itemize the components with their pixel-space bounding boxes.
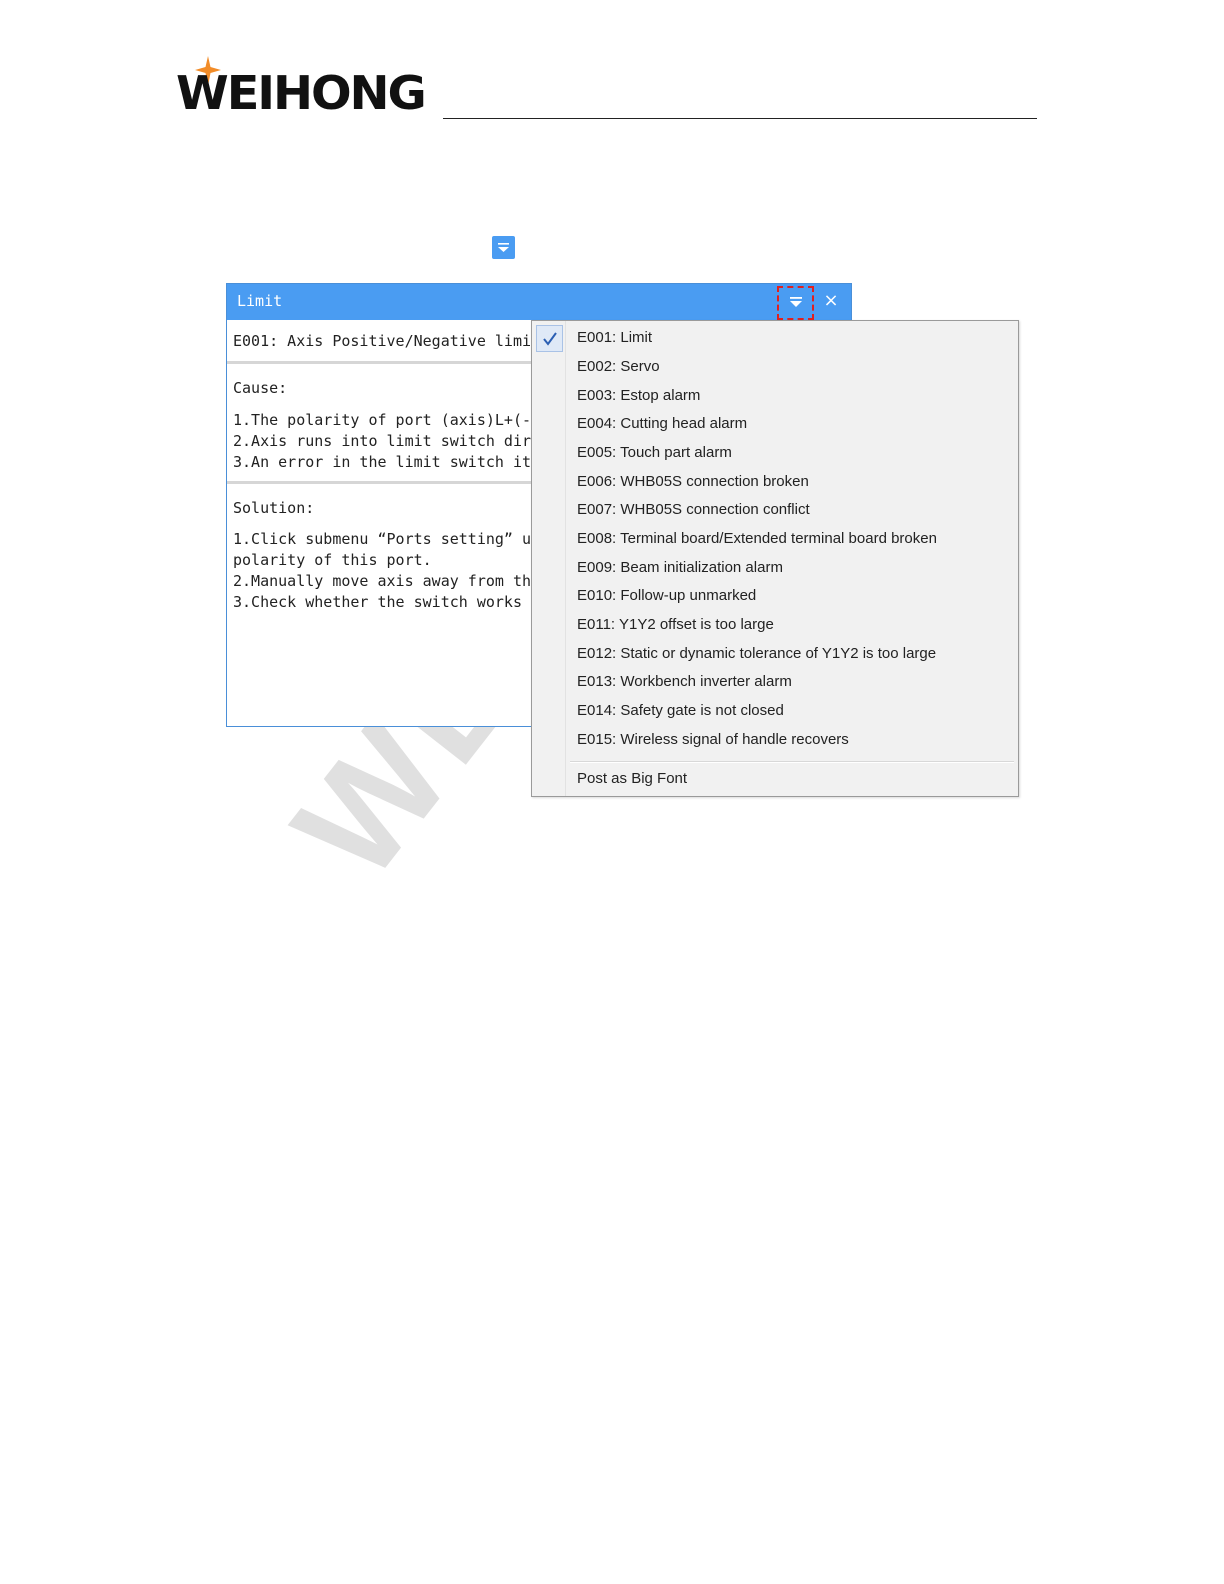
menu-item-e013[interactable]: E013: Workbench inverter alarm — [577, 670, 792, 694]
checkmark-icon — [543, 332, 557, 346]
menu-item-e012[interactable]: E012: Static or dynamic tolerance of Y1Y… — [577, 642, 936, 666]
checked-indicator — [536, 325, 563, 352]
menu-item-e010[interactable]: E010: Follow-up unmarked — [577, 584, 756, 608]
dropdown-menu-icon — [790, 297, 802, 307]
menu-item-e011[interactable]: E011: Y1Y2 offset is too large — [577, 613, 774, 637]
cause-line: 3.An error in the limit switch it — [233, 453, 532, 471]
menu-item-e005[interactable]: E005: Touch part alarm — [577, 441, 732, 465]
menu-item-e004[interactable]: E004: Cutting head alarm — [577, 412, 747, 436]
menu-item-e015[interactable]: E015: Wireless signal of handle recovers — [577, 728, 849, 752]
logo-text: WEIHONG — [176, 66, 427, 120]
menu-gutter — [565, 321, 566, 796]
menu-item-e009[interactable]: E009: Beam initialization alarm — [577, 556, 783, 580]
dropdown-menu-button[interactable] — [777, 286, 814, 320]
menu-item-e002[interactable]: E002: Servo — [577, 355, 660, 379]
menu-item-post-as-big-font[interactable]: Post as Big Font — [577, 767, 687, 791]
close-button[interactable]: × — [821, 290, 841, 312]
cause-heading: Cause: — [233, 379, 288, 397]
dialog-title-bar: Limit × — [227, 284, 851, 320]
weihong-logo: WEIHONG — [176, 56, 430, 118]
solution-heading: Solution: — [233, 499, 315, 517]
solution-line: 1.Click submenu “Ports setting” u — [233, 530, 532, 548]
dialog-title: Limit — [237, 292, 283, 310]
header-divider — [443, 118, 1037, 119]
menu-item-e008[interactable]: E008: Terminal board/Extended terminal b… — [577, 527, 937, 551]
cause-line: 2.Axis runs into limit switch dir — [233, 432, 532, 450]
menu-item-e006[interactable]: E006: WHB05S connection broken — [577, 470, 809, 494]
cause-line: 1.The polarity of port (axis)L+(- — [233, 411, 532, 429]
dropdown-menu-icon — [492, 236, 515, 259]
menu-item-e001[interactable]: E001: Limit — [577, 326, 652, 350]
solution-line: 2.Manually move axis away from th — [233, 572, 532, 590]
menu-separator — [570, 761, 1014, 763]
alarm-line: E001: Axis Positive/Negative limi — [233, 332, 532, 350]
solution-line: 3.Check whether the switch works — [233, 593, 522, 611]
solution-line: polarity of this port. — [233, 551, 432, 569]
menu-item-e014[interactable]: E014: Safety gate is not closed — [577, 699, 784, 723]
menu-item-e007[interactable]: E007: WHB05S connection conflict — [577, 498, 810, 522]
menu-item-e003[interactable]: E003: Estop alarm — [577, 384, 700, 408]
alarm-dropdown-menu: E001: Limit E002: Servo E003: Estop alar… — [531, 320, 1019, 797]
